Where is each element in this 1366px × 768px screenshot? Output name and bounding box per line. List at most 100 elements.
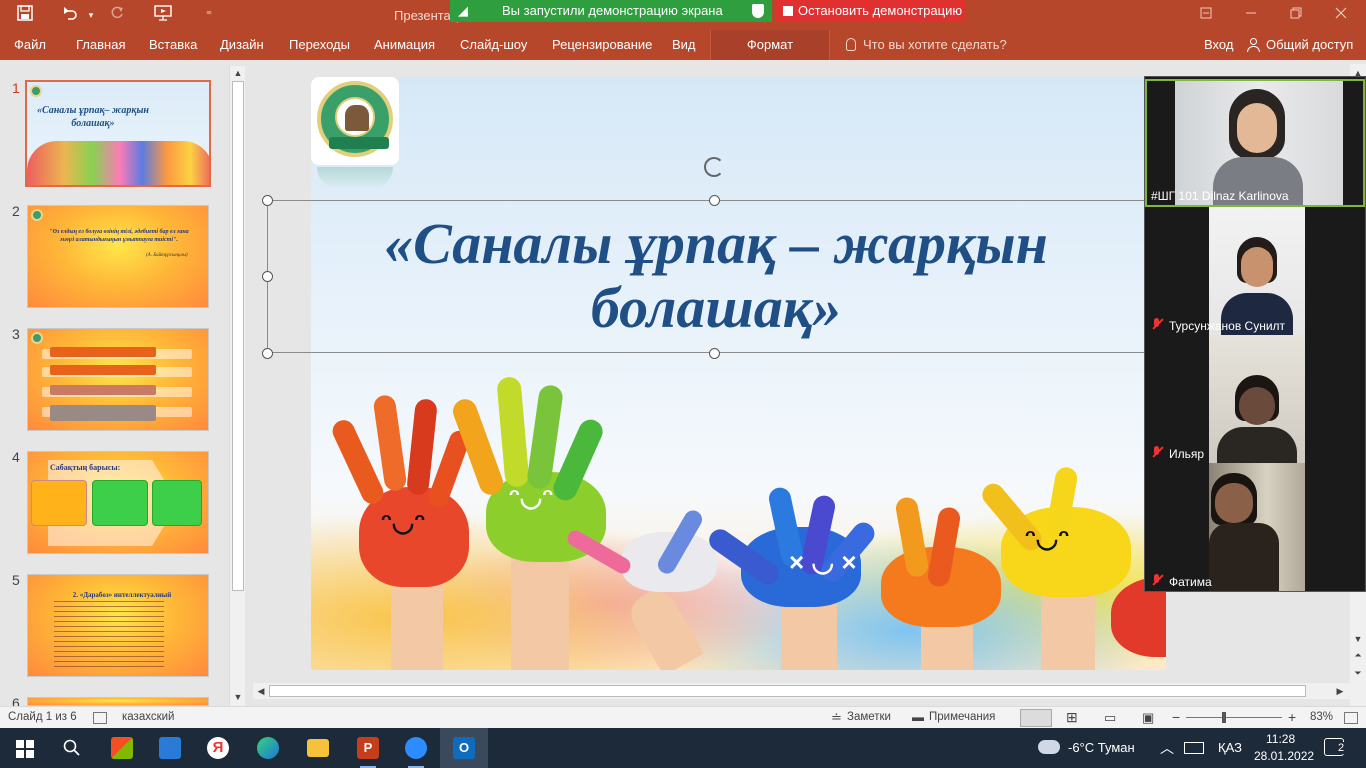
current-slide[interactable]: ᵔ◡ᵔ ᵔ◡ᵔ × ◡ × ᵔ◡ᵔ	[311, 77, 1166, 670]
thumbnail-slide-2[interactable]: "Өз елдың ел болуға өзінің тілі, әдебиет…	[27, 205, 209, 308]
tab-view[interactable]: Вид	[672, 30, 696, 60]
undo-icon[interactable]	[58, 5, 80, 25]
resize-handle-l[interactable]	[262, 271, 273, 282]
search-icon[interactable]	[48, 728, 96, 768]
comments-button[interactable]: Примечания	[929, 707, 995, 728]
thumbnail-slide-1[interactable]: «Саналы ұрпақ– жарқын болашақ»	[25, 80, 211, 187]
ribbon-display-icon[interactable]	[1183, 4, 1229, 26]
muted-mic-icon	[1151, 318, 1163, 330]
share-button[interactable]: Общий доступ	[1266, 30, 1353, 60]
slide-title[interactable]: «Саналы ұрпақ – жарқын болашақ»	[311, 212, 1121, 340]
restore-icon[interactable]	[1273, 4, 1319, 26]
document-title: Презентац	[394, 8, 459, 23]
stop-share-button[interactable]: Остановить демонстрацию	[776, 0, 966, 22]
resize-handle-b[interactable]	[709, 348, 720, 359]
tab-slideshow[interactable]: Слайд-шоу	[460, 30, 527, 60]
spellcheck-icon[interactable]	[93, 712, 107, 724]
edge-icon[interactable]	[244, 728, 292, 768]
thumb-number: 2	[12, 203, 20, 219]
lightbulb-icon	[846, 38, 856, 51]
rotate-handle-icon[interactable]	[704, 157, 724, 177]
slide-thumbnails-pane: 1 «Саналы ұрпақ– жарқын болашақ» 2 "Өз е…	[0, 64, 247, 711]
normal-view-button[interactable]	[1020, 709, 1052, 727]
scroll-up-icon[interactable]: ▲	[231, 66, 245, 80]
scroll-down-icon[interactable]: ▼	[231, 690, 245, 704]
clock-date[interactable]: 28.01.2022	[1254, 749, 1314, 763]
keyboard-icon[interactable]	[1184, 742, 1204, 754]
scroll-down-icon[interactable]: ▼	[1351, 632, 1365, 646]
weather-text[interactable]: -6°C Туман	[1068, 740, 1135, 755]
stop-share-label: Остановить демонстрацию	[798, 3, 963, 18]
pin-icon[interactable]: ◢	[458, 0, 468, 22]
slide-sorter-icon[interactable]: ⊞	[1066, 707, 1078, 728]
minimize-icon[interactable]	[1228, 4, 1274, 26]
customize-icon[interactable]: ⁼	[198, 5, 220, 25]
hands-image	[27, 141, 209, 185]
weather-icon	[1038, 740, 1060, 754]
stop-icon	[783, 6, 793, 16]
undo-dropdown-icon[interactable]: ▾	[80, 5, 102, 25]
zoom-slider[interactable]	[1186, 717, 1282, 718]
tab-animations[interactable]: Анимация	[374, 30, 435, 60]
resize-handle-bl[interactable]	[262, 348, 273, 359]
close-icon[interactable]	[1318, 4, 1364, 26]
yandex-browser-icon[interactable]: Я	[194, 728, 242, 768]
tab-transitions[interactable]: Переходы	[289, 30, 350, 60]
h-scroll-thumb[interactable]	[269, 685, 1306, 697]
fit-to-window-icon[interactable]	[1344, 712, 1358, 724]
start-button[interactable]	[0, 728, 48, 768]
scroll-left-icon[interactable]: ◀	[254, 684, 268, 698]
present-from-beginning-icon[interactable]	[152, 5, 174, 25]
thumb1-title: «Саналы ұрпақ– жарқын болашақ»	[37, 105, 149, 129]
thumbnails-scrollbar[interactable]: ▲ ▼	[229, 66, 245, 706]
redo-icon[interactable]	[106, 5, 128, 25]
tab-design[interactable]: Дизайн	[220, 30, 264, 60]
outlook-icon[interactable]: O	[440, 728, 488, 768]
participant-tile[interactable]: Фатима	[1145, 463, 1365, 591]
scroll-right-icon[interactable]: ▶	[1333, 684, 1347, 698]
save-icon[interactable]	[14, 5, 36, 25]
thumb-number: 3	[12, 326, 20, 342]
language-indicator[interactable]: казахский	[122, 707, 174, 728]
notes-icon: ≐	[831, 710, 842, 725]
horizontal-scrollbar[interactable]: ◀ ▶	[253, 683, 1350, 699]
sign-in-link[interactable]: Вход	[1204, 30, 1233, 60]
mail-icon[interactable]	[146, 728, 194, 768]
file-explorer-icon[interactable]	[294, 728, 342, 768]
scroll-thumb[interactable]	[232, 81, 244, 591]
tell-me-search[interactable]: Что вы хотите сделать?	[863, 30, 1007, 60]
thumbnail-slide-3[interactable]	[27, 328, 209, 431]
notes-button[interactable]: Заметки	[847, 707, 891, 728]
tab-file[interactable]: Файл	[14, 30, 46, 60]
resize-handle-tl[interactable]	[262, 195, 273, 206]
thumb-number: 4	[12, 449, 20, 465]
reading-view-icon[interactable]: ▭	[1104, 707, 1116, 728]
thumbnail-slide-4[interactable]: Сабақтың барысы:	[27, 451, 209, 554]
thumbnail-slide-5[interactable]: 2. «Дарабоз» интеллектуалный	[27, 574, 209, 677]
chevron-up-icon[interactable]: ︿	[1160, 738, 1174, 758]
store-icon[interactable]	[98, 728, 146, 768]
tab-review[interactable]: Рецензирование	[552, 30, 652, 60]
resize-handle-t[interactable]	[709, 195, 720, 206]
participant-tile[interactable]: Ильяр	[1145, 335, 1365, 463]
zoom-out-button[interactable]: −	[1172, 707, 1180, 728]
tab-format[interactable]: Формат	[710, 30, 830, 60]
zoom-slider-handle[interactable]	[1222, 712, 1226, 723]
zoom-icon[interactable]	[392, 728, 440, 768]
tab-insert[interactable]: Вставка	[149, 30, 197, 60]
clock-time[interactable]: 11:28	[1266, 732, 1295, 746]
thumbnail-slide-6[interactable]	[27, 697, 209, 706]
next-slide-icon[interactable]: ⏷	[1351, 666, 1365, 680]
powerpoint-icon[interactable]: P	[344, 728, 392, 768]
video-gallery-panel[interactable]: #ШГ 101 Dilnaz Karlinova Турсунжанов Сун…	[1144, 76, 1366, 592]
previous-slide-icon[interactable]: ⏶	[1351, 648, 1365, 662]
participant-tile[interactable]: Турсунжанов Сунилт	[1145, 207, 1365, 335]
participant-tile[interactable]: #ШГ 101 Dilnaz Karlinova	[1145, 79, 1365, 207]
slideshow-view-icon[interactable]: ▣	[1142, 707, 1154, 728]
user-icon	[1246, 38, 1262, 52]
tab-home[interactable]: Главная	[76, 30, 125, 60]
input-language[interactable]: ҚАЗ	[1218, 740, 1242, 755]
zoom-in-button[interactable]: +	[1288, 707, 1296, 728]
logo-icon	[31, 332, 43, 344]
zoom-level[interactable]: 83%	[1310, 707, 1333, 728]
